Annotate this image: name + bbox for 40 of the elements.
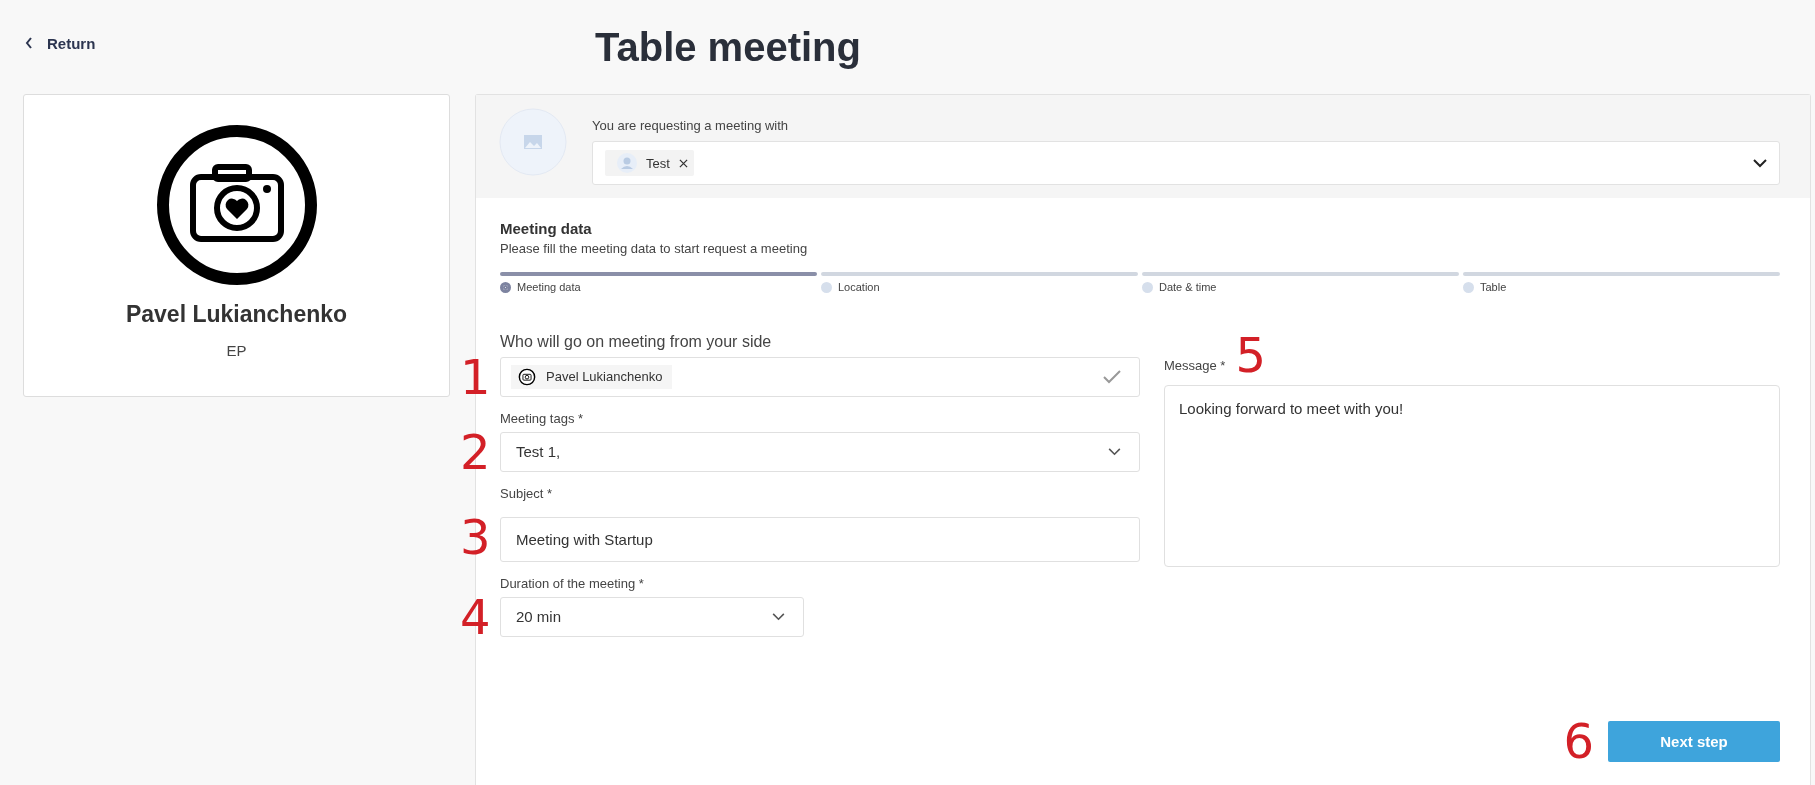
callout-number: 4 (460, 592, 491, 641)
callout-number: 1 (460, 352, 491, 401)
duration-select[interactable]: 20 min (500, 596, 804, 637)
field-label: Who will go on meeting from your side (500, 332, 773, 351)
callout-number: 5 (1235, 330, 1266, 379)
step-tab[interactable]: Date & time (1142, 281, 1217, 293)
camera-avatar-icon (518, 367, 536, 386)
section-subtitle: Please fill the meeting data to start request a meeting (500, 241, 809, 256)
chevron-down-icon (1108, 447, 1121, 456)
field-label: Message * (1164, 357, 1226, 373)
step-tab[interactable]: Meeting data (500, 281, 581, 293)
chevron-down-icon (772, 612, 785, 621)
chevron-left-icon (25, 37, 33, 49)
section-heading: Meeting data (500, 220, 593, 237)
user-icon (617, 153, 637, 173)
attendee-name: Pavel Lukianchenko (546, 369, 663, 384)
return-link[interactable]: Return (25, 28, 96, 58)
message-textarea[interactable]: Looking forward to meet with you! (1164, 384, 1780, 567)
chip-label: Test (646, 155, 670, 171)
check-icon (1103, 369, 1121, 384)
image-placeholder-icon (499, 108, 567, 176)
remove-icon[interactable] (678, 158, 688, 168)
profile-name: Pavel Lukianchenko (125, 301, 348, 328)
field-label: Duration of the meeting * (500, 575, 645, 591)
field-label: Meeting tags * (500, 410, 585, 426)
callout-number: 3 (460, 512, 491, 561)
field-label: Subject * (500, 485, 554, 501)
profile-role: EP (226, 342, 247, 359)
participant-select[interactable]: Test (592, 141, 1780, 185)
callout-number: 2 (460, 427, 491, 476)
subject-input[interactable]: Meeting with Startup (500, 516, 1140, 562)
camera-avatar-icon (156, 125, 317, 285)
page-title: Table meeting (595, 24, 862, 71)
callout-number: 6 (1563, 717, 1594, 765)
attendee-select[interactable]: Pavel Lukianchenko (500, 356, 1140, 397)
request-label: You are requesting a meeting with (592, 118, 790, 133)
step-tab[interactable]: Table (1463, 281, 1507, 293)
chevron-down-icon (1753, 158, 1767, 168)
step-tab[interactable]: Location (821, 281, 880, 293)
tags-select[interactable]: Test 1, (500, 431, 1140, 472)
